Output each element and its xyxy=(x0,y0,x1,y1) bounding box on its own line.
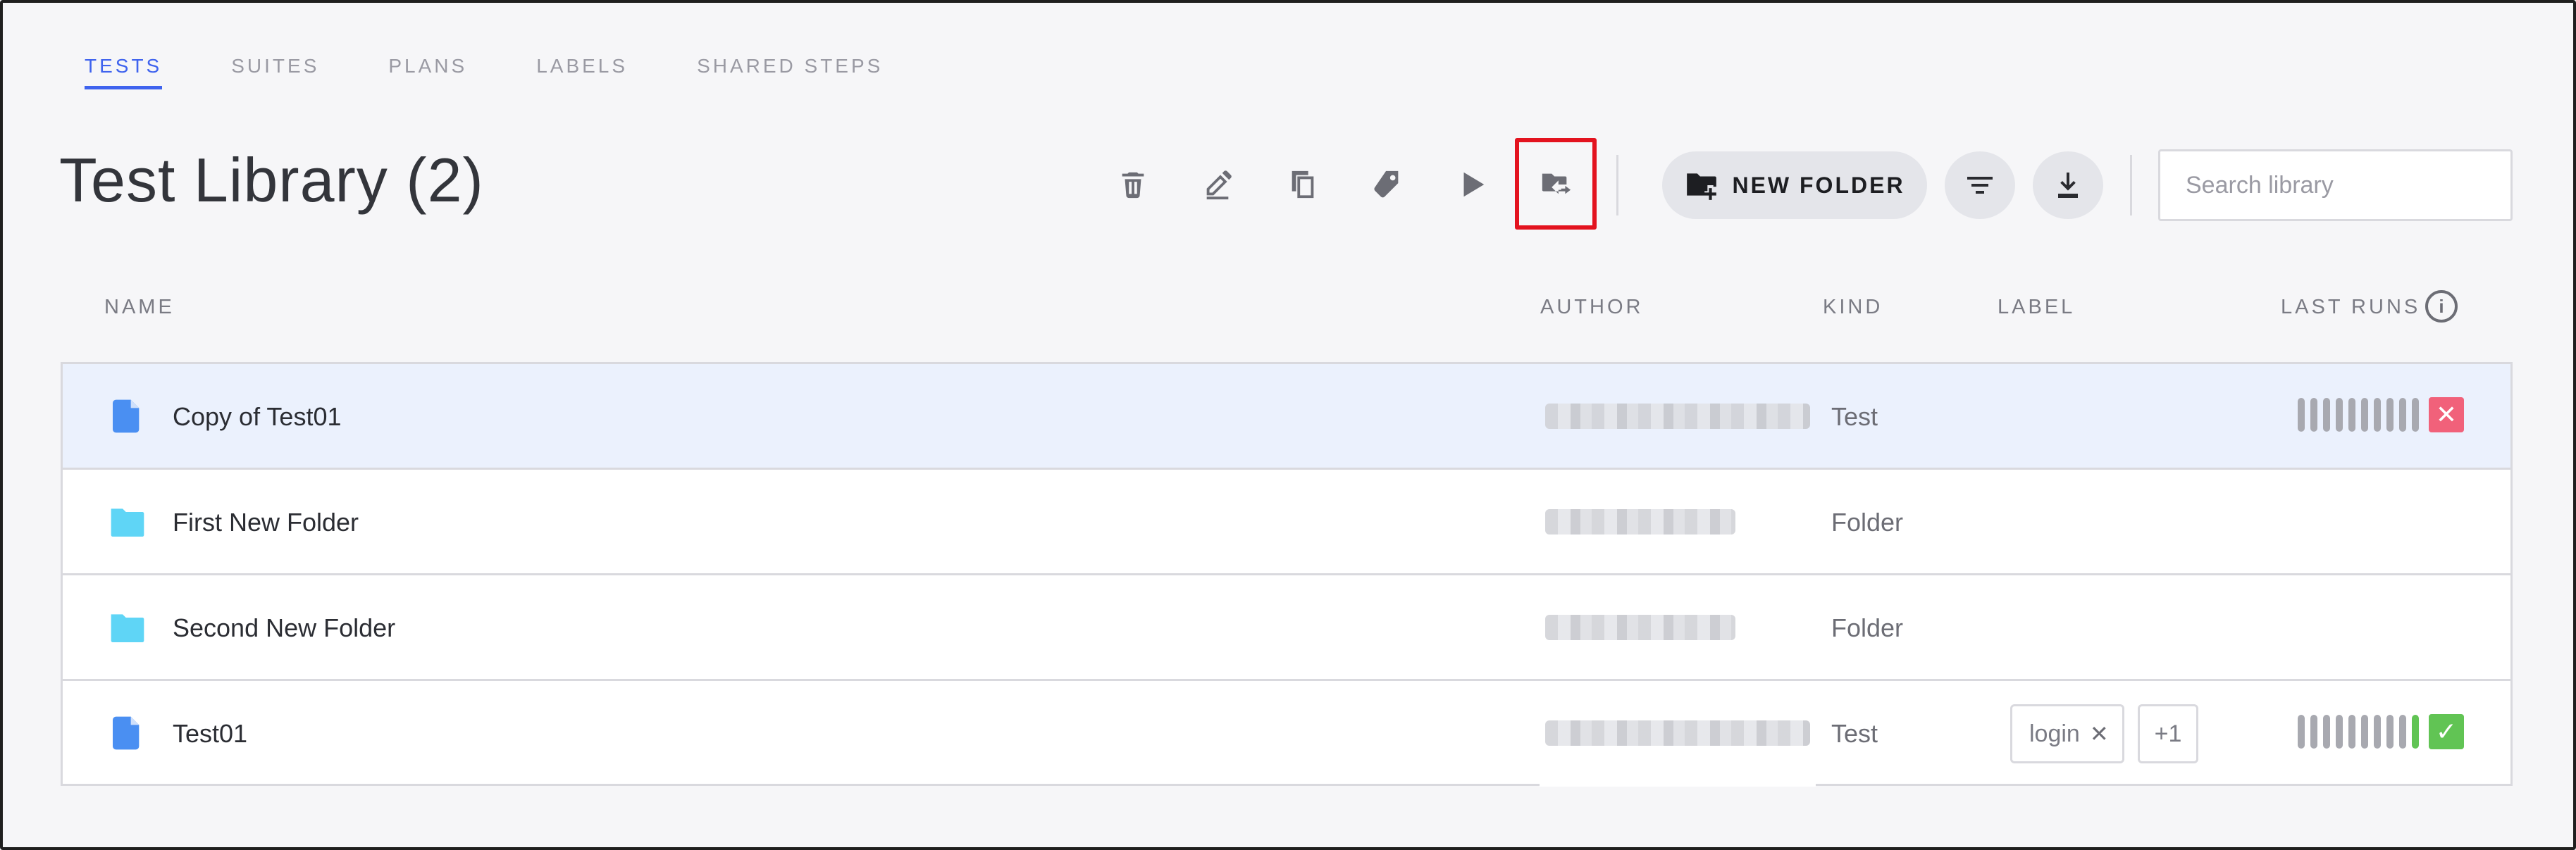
edit-icon[interactable] xyxy=(1195,162,1240,207)
new-folder-button[interactable]: NEW FOLDER xyxy=(1662,151,1927,219)
more-labels-chip[interactable]: +1 xyxy=(2138,704,2198,763)
new-folder-label: NEW FOLDER xyxy=(1732,172,1905,198)
copy-icon[interactable] xyxy=(1280,162,1325,207)
download-icon xyxy=(2058,173,2078,198)
folder-icon xyxy=(108,502,147,542)
failed-status-icon[interactable]: ✕ xyxy=(2429,397,2464,432)
row-name[interactable]: Copy of Test01 xyxy=(173,402,341,432)
filter-icon xyxy=(1967,177,1993,194)
last-runs: ✓ xyxy=(2298,714,2464,749)
search-input[interactable] xyxy=(2158,149,2513,221)
column-header-kind[interactable]: KIND xyxy=(1823,296,1883,319)
table-row[interactable]: Test01 Test login ✕ +1 ✓ xyxy=(63,681,2510,787)
last-runs: ✕ xyxy=(2298,397,2464,432)
column-header-label[interactable]: LABEL xyxy=(1998,296,2075,319)
new-folder-icon xyxy=(1687,173,1717,200)
page-title: Test Library (2) xyxy=(59,145,484,215)
toolbar-divider xyxy=(2130,155,2132,215)
row-name[interactable]: Second New Folder xyxy=(173,613,395,643)
tab-bar: TESTS SUITES PLANS LABELS SHARED STEPS xyxy=(85,55,952,89)
row-kind: Folder xyxy=(1831,613,1904,642)
file-icon xyxy=(108,713,147,753)
remove-label-icon[interactable]: ✕ xyxy=(2090,720,2109,747)
row-name[interactable]: Test01 xyxy=(173,719,247,749)
label-chip-text: login xyxy=(2029,720,2080,747)
author-redacted xyxy=(1545,509,1735,535)
tab-labels[interactable]: LABELS xyxy=(536,55,628,89)
author-redacted xyxy=(1545,615,1735,640)
row-kind: Test xyxy=(1831,402,1878,431)
author-redacted xyxy=(1545,404,1810,429)
tab-tests[interactable]: TESTS xyxy=(85,55,163,89)
highlight-box xyxy=(1515,138,1597,230)
toolbar-divider xyxy=(1616,155,1618,215)
trash-icon[interactable] xyxy=(1110,162,1156,207)
row-kind: Folder xyxy=(1831,508,1904,537)
folder-icon xyxy=(108,608,147,647)
download-button[interactable] xyxy=(2033,151,2103,219)
table-row[interactable]: Copy of Test01 Test ✕ xyxy=(63,364,2510,470)
tab-plans[interactable]: PLANS xyxy=(388,55,467,89)
info-icon[interactable]: i xyxy=(2425,290,2458,323)
filter-button[interactable] xyxy=(1945,151,2015,219)
tab-shared-steps[interactable]: SHARED STEPS xyxy=(697,55,883,89)
row-name[interactable]: First New Folder xyxy=(173,508,359,537)
table-row[interactable]: Second New Folder Folder xyxy=(63,575,2510,681)
play-icon[interactable] xyxy=(1449,162,1494,207)
column-header-last-runs[interactable]: LAST RUNS xyxy=(2281,296,2420,319)
test-library-table: Copy of Test01 Test ✕ First New Folder F… xyxy=(61,362,2513,787)
file-icon xyxy=(108,396,147,436)
column-header-name[interactable]: NAME xyxy=(104,296,175,319)
table-row[interactable]: First New Folder Folder xyxy=(63,470,2510,575)
tab-suites[interactable]: SUITES xyxy=(231,55,319,89)
label-chip[interactable]: login ✕ xyxy=(2010,704,2124,763)
tag-icon[interactable] xyxy=(1365,162,1410,207)
column-header-author[interactable]: AUTHOR xyxy=(1540,296,1643,319)
author-redacted xyxy=(1545,720,1810,746)
passed-status-icon[interactable]: ✓ xyxy=(2429,714,2464,749)
row-kind: Test xyxy=(1831,719,1878,748)
